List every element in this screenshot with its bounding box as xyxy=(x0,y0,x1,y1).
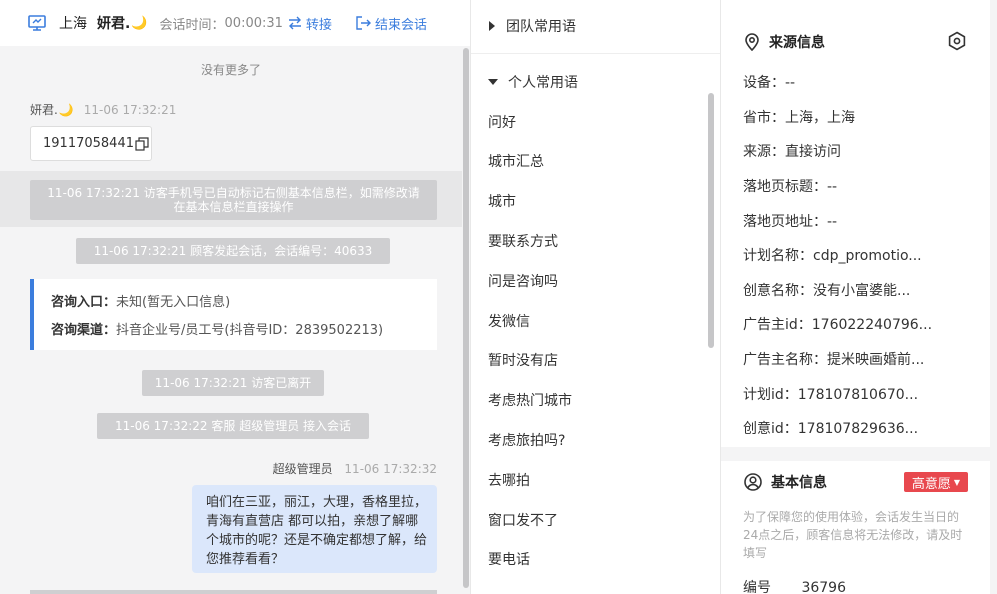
chat-scrollbar-thumb[interactable] xyxy=(463,48,469,588)
message-list[interactable]: 没有更多了 妍君. 🌙 11-06 17:32:21 19117058441 1… xyxy=(0,46,462,594)
phrase-item[interactable]: 问是咨询吗 xyxy=(488,271,558,291)
personal-phrases-group[interactable]: 个人常用语 xyxy=(488,72,578,92)
visitor-city: 上海 xyxy=(59,16,87,32)
source-field: 落地页地址：-- xyxy=(743,214,838,230)
settings-icon[interactable] xyxy=(947,31,967,51)
consult-entry-value: 未知(暂无入口信息) xyxy=(116,295,231,310)
phrase-item[interactable]: 城市汇总 xyxy=(488,151,544,171)
customer-id-value: 36796 xyxy=(801,580,846,594)
source-field: 落地页标题：-- xyxy=(743,179,838,195)
visitor-name: 妍君. 🌙 xyxy=(97,13,148,33)
phrase-item[interactable]: 考虑热门城市 xyxy=(488,390,572,410)
visitor-sender-name: 妍君. xyxy=(30,103,58,117)
session-time-label: 会话时间： xyxy=(159,17,225,33)
session-time: 00:00:31 xyxy=(224,15,283,31)
consult-channel-row: 咨询渠道： 抖音企业号/员工号(抖音号ID：2839502213) xyxy=(51,319,437,338)
end-session-label: 结束会话 xyxy=(374,17,427,33)
logout-icon xyxy=(356,16,371,30)
agent-message-time: 11-06 17:32:32 xyxy=(344,462,437,476)
chat-header: 上海 妍君. 🌙 会话时间： 00:00:31 转接 结束会话 xyxy=(0,0,470,46)
basic-info-title-text: 基本信息 xyxy=(771,475,827,491)
source-field: 广告主id：176022240796... xyxy=(743,317,933,333)
consult-info-card: 咨询入口： 未知(暂无入口信息) 咨询渠道： 抖音企业号/员工号(抖音号ID：2… xyxy=(30,279,437,350)
copy-icon[interactable] xyxy=(135,136,149,151)
intent-label: 高意愿 xyxy=(911,476,951,492)
source-field: 创意id：178107829636... xyxy=(743,421,919,437)
moon-emoji-icon: 🌙 xyxy=(131,15,148,31)
intent-dropdown[interactable]: 高意愿 ▼ xyxy=(904,472,968,492)
system-message: 11-06 17:32:21 访客已离开 xyxy=(142,370,324,396)
chat-panel: 上海 妍君. 🌙 会话时间： 00:00:31 转接 结束会话 没有更多了 妍君… xyxy=(0,0,470,594)
source-info-title-text: 来源信息 xyxy=(769,35,825,51)
no-more-text: 没有更多了 xyxy=(200,63,261,77)
page-scrollbar-track xyxy=(990,0,997,594)
personal-phrases-label: 个人常用语 xyxy=(508,75,578,91)
consult-channel-value: 抖音企业号/员工号(抖音号ID：2839502213) xyxy=(116,323,384,338)
consult-entry-row: 咨询入口： 未知(暂无入口信息) xyxy=(51,291,437,310)
caret-down-icon xyxy=(488,78,498,86)
visitor-sender: 妍君. 🌙 11-06 17:32:21 xyxy=(30,101,176,118)
location-pin-icon xyxy=(745,33,759,51)
user-circle-icon xyxy=(744,473,762,491)
quick-phrases-panel: 团队常用语 个人常用语 问好 城市汇总 城市 要联系方式 问是咨询吗 发微信 暂… xyxy=(470,0,721,594)
source-field: 创意名称：没有小富婆能... xyxy=(743,283,911,299)
customer-info-panel: 来源信息 设备：-- 省市：上海，上海 来源：直接访问 落地页标题：-- 落地页… xyxy=(721,0,997,594)
chat-scrollbar[interactable] xyxy=(462,46,470,594)
system-message: 11-06 17:32:22 客服 超级管理员 接入会话 xyxy=(97,413,369,439)
phone-message: 19117058441 xyxy=(30,126,152,161)
phrase-item[interactable]: 窗口发不了 xyxy=(488,510,558,530)
customer-id-row: 编号 36796 xyxy=(743,577,846,594)
source-field: 设备：-- xyxy=(743,75,796,91)
agent-message: 咱们在三亚，丽江，大理，香格里拉，青海有直营店 都可以拍，亲想了解哪个城市的呢？… xyxy=(192,485,437,573)
phrases-scrollbar[interactable] xyxy=(708,93,714,348)
edit-notice: 为了保障您的使用体验，会话发生当日的24点之后，顾客信息将无法修改，请及时填写 xyxy=(743,510,963,560)
basic-info-title: 基本信息 xyxy=(744,472,827,492)
transfer-icon xyxy=(288,16,301,30)
monitor-icon xyxy=(27,13,47,33)
agent-sender: 超级管理员 11-06 17:32:32 xyxy=(273,460,437,477)
system-message: 11-06 17:32:21 顾客发起会话，会话编号：40633 xyxy=(76,238,390,264)
source-field: 省市：上海，上海 xyxy=(743,110,855,126)
phrase-item[interactable]: 考虑旅拍吗? xyxy=(488,430,565,450)
system-message: 11-06 17:32:21 访客手机号已自动标记右侧基本信息栏，如需修改请在基… xyxy=(30,180,437,220)
agent-name: 超级管理员 xyxy=(272,462,333,476)
consult-entry-label: 咨询入口： xyxy=(51,295,117,310)
phrase-item[interactable]: 要电话 xyxy=(488,549,530,569)
source-field: 计划id：178107810670... xyxy=(743,387,919,403)
consult-channel-label: 咨询渠道： xyxy=(51,323,117,338)
customer-id-label: 编号 xyxy=(743,580,771,594)
visitor-message-time: 11-06 17:32:21 xyxy=(83,102,177,117)
source-field: 计划名称：cdp_promotio... xyxy=(743,248,922,264)
source-info-title: 来源信息 xyxy=(744,32,825,52)
section-divider xyxy=(721,447,997,461)
moon-emoji-icon: 🌙 xyxy=(58,102,74,117)
phrase-item[interactable]: 城市 xyxy=(488,191,516,211)
transfer-button[interactable]: 转接 xyxy=(287,14,332,33)
visitor-name-text: 妍君. xyxy=(97,16,131,32)
source-field: 广告主名称：提米映画婚前... xyxy=(743,352,925,368)
phrase-item[interactable]: 问好 xyxy=(488,112,516,132)
phrase-item[interactable]: 发微信 xyxy=(488,311,530,331)
end-session-button[interactable]: 结束会话 xyxy=(356,14,427,33)
phrase-item[interactable]: 暂时没有店 xyxy=(488,350,558,370)
divider xyxy=(471,53,720,54)
caret-right-icon xyxy=(488,21,496,31)
transfer-label: 转接 xyxy=(305,17,332,33)
source-field: 来源：直接访问 xyxy=(743,144,841,160)
phone-number: 19117058441 xyxy=(43,136,134,151)
system-message xyxy=(30,590,437,594)
caret-down-icon: ▼ xyxy=(953,477,961,487)
team-phrases-group[interactable]: 团队常用语 xyxy=(488,16,576,36)
team-phrases-label: 团队常用语 xyxy=(506,19,576,35)
phrase-item[interactable]: 去哪拍 xyxy=(488,470,530,490)
phrase-item[interactable]: 要联系方式 xyxy=(488,231,558,251)
